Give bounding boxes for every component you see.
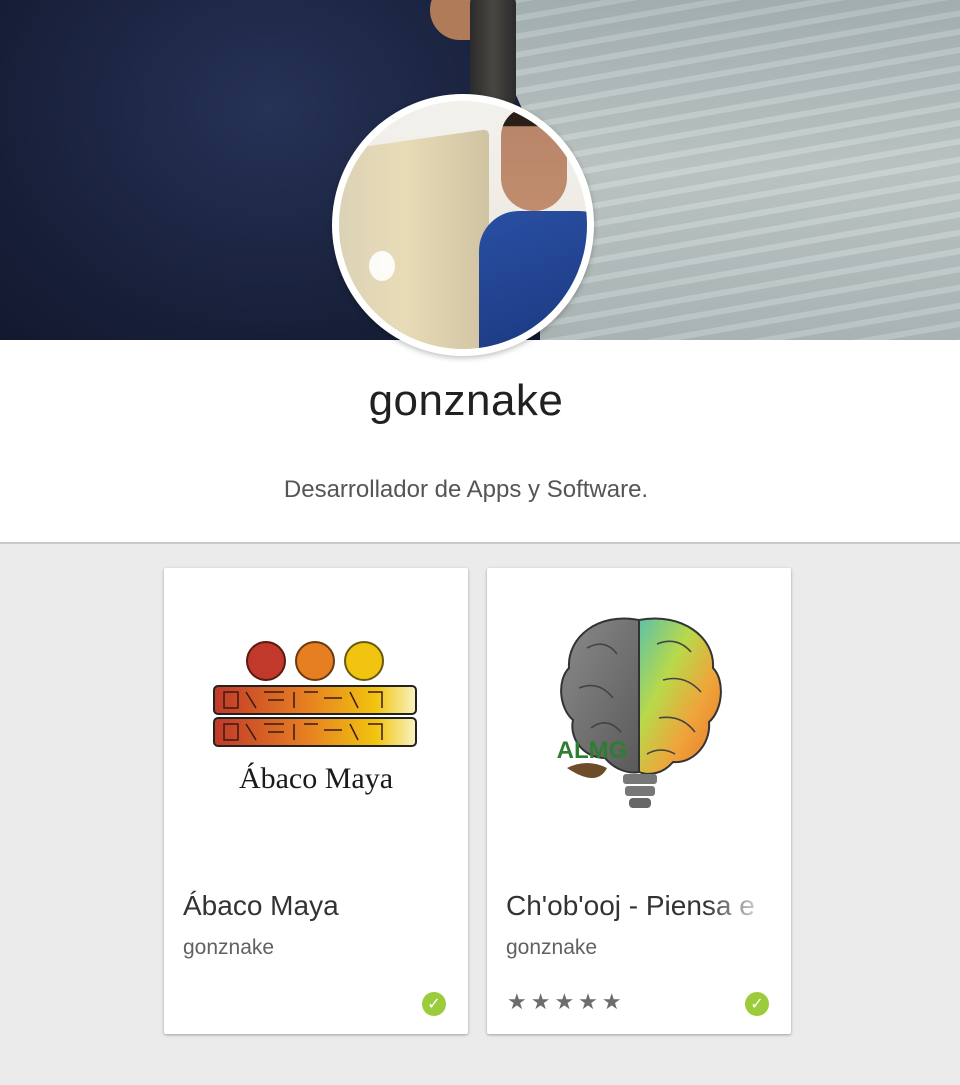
app-developer-link[interactable]: gonznake <box>506 936 597 960</box>
verified-check-icon: ✓ <box>745 992 769 1016</box>
verified-check-icon: ✓ <box>422 992 446 1016</box>
avatar-photo <box>339 101 587 349</box>
app-card[interactable]: ALMG Ch'ob'ooj - Piensa e gonznake ★★★★★… <box>487 568 791 1034</box>
app-icon-abaco-maya: Ábaco Maya <box>213 641 417 795</box>
developer-page: gonznake Desarrollador de Apps y Softwar… <box>0 0 960 1085</box>
profile-header: gonznake Desarrollador de Apps y Softwar… <box>0 340 960 544</box>
cover-strap-shape <box>470 0 516 110</box>
almg-art-caption: ALMG <box>557 737 628 764</box>
developer-description: Desarrollador de Apps y Software. <box>283 476 649 503</box>
apple-logo-icon <box>369 251 395 281</box>
app-title[interactable]: Ábaco Maya <box>183 890 449 922</box>
app-title[interactable]: Ch'ob'ooj - Piensa e <box>506 890 772 922</box>
app-icon-chobooj: ALMG <box>557 617 722 808</box>
avatar-jacket-shape <box>479 211 587 349</box>
abaco-maya-art-caption: Ábaco Maya <box>239 762 393 795</box>
avatar-laptop-shape <box>339 129 489 349</box>
avatar[interactable] <box>332 94 594 356</box>
app-developer-link[interactable]: gonznake <box>183 936 274 960</box>
app-card[interactable]: Ábaco Maya Ábaco Maya gonznake ✓ <box>164 568 468 1034</box>
rating-stars: ★★★★★ <box>507 990 626 1015</box>
avatar-head-shape <box>501 107 567 211</box>
developer-name: gonznake <box>368 376 564 425</box>
